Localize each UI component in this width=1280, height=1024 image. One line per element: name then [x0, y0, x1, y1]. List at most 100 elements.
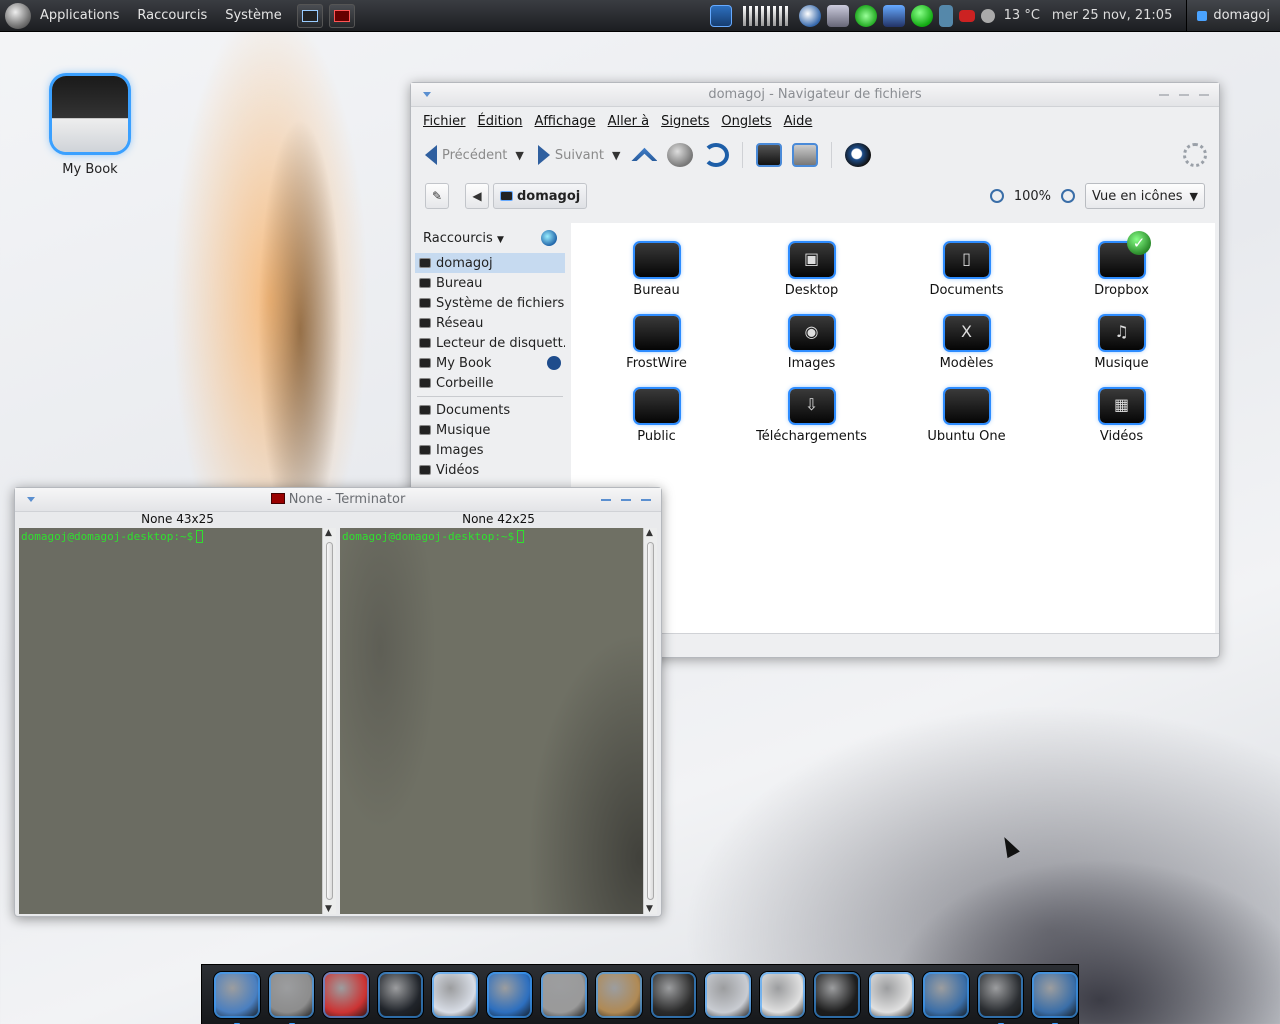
scroll-down-icon[interactable]: ▼	[325, 904, 332, 914]
chevron-down-icon[interactable]: ▼	[515, 149, 523, 162]
menu-affichage[interactable]: Affichage	[528, 114, 601, 129]
terminal-screen[interactable]: domagoj@domagoj-desktop:~$	[19, 528, 322, 914]
sidebar-item[interactable]: Système de fichiers	[415, 293, 565, 313]
weather-temperature[interactable]: 13 °C	[1004, 8, 1040, 23]
file-item[interactable]: ◉ Images	[734, 316, 889, 371]
zoom-level[interactable]: 100%	[1014, 189, 1051, 204]
scanner-icon[interactable]	[705, 971, 751, 1018]
clock[interactable]: mer 25 nov, 21:05	[1052, 8, 1172, 23]
system-monitor-icon[interactable]	[742, 5, 788, 26]
user-menu[interactable]: domagoj	[1186, 0, 1280, 31]
gimp-icon[interactable]	[595, 971, 642, 1018]
menu-signets[interactable]: Signets	[655, 114, 715, 129]
back-button[interactable]: Précédent ▼	[425, 145, 524, 165]
file-view[interactable]: Bureau ▣ Desktop ▯ Documents Dropbox FrostWire…	[571, 223, 1215, 633]
scroll-down-icon[interactable]: ▼	[646, 904, 653, 914]
desktop-icon-my-book[interactable]: My Book	[48, 76, 132, 177]
menu-edition[interactable]: Édition	[472, 114, 529, 129]
file-item[interactable]: ▯ Documents	[889, 243, 1044, 298]
globe-icon[interactable]	[268, 971, 315, 1024]
inkscape-icon[interactable]	[650, 971, 697, 1018]
menu-applications[interactable]: Applications	[31, 8, 128, 23]
up-arrow-button[interactable]	[631, 147, 658, 161]
terminal-pane-left[interactable]: None 43x25 domagoj@domagoj-desktop:~$ ▲ ▼	[19, 512, 336, 914]
path-button-domagoj[interactable]: domagoj	[493, 183, 588, 209]
scroll-up-icon[interactable]: ▲	[325, 528, 332, 538]
chevron-down-icon[interactable]: ▼	[612, 149, 620, 162]
sidebar-item[interactable]: Lecteur de disquett...	[415, 333, 565, 353]
zoom-in-icon[interactable]	[1061, 189, 1075, 203]
file-item[interactable]: Bureau	[579, 243, 734, 298]
orb-icon[interactable]	[377, 971, 424, 1018]
pokeball-icon[interactable]	[323, 971, 369, 1018]
disc-icon[interactable]	[814, 971, 860, 1018]
sidebar-item[interactable]: Corbeille	[415, 373, 565, 393]
wolf-icon[interactable]	[759, 971, 806, 1018]
distro-logo-icon[interactable]	[5, 2, 31, 29]
file-item[interactable]: Dropbox	[1044, 243, 1199, 298]
menu-aller-a[interactable]: Aller à	[602, 114, 656, 129]
file-item[interactable]: Ubuntu One	[889, 389, 1044, 444]
sidebar-item[interactable]: domagoj	[415, 253, 565, 273]
file-item[interactable]: ▣ Desktop	[734, 243, 889, 298]
globe-icon[interactable]	[541, 230, 557, 246]
file-item[interactable]: ♫ Musique	[1044, 316, 1199, 371]
sidebar-item[interactable]: My Book	[415, 353, 565, 373]
eject-icon[interactable]	[547, 356, 561, 370]
menu-aide[interactable]: Aide	[778, 114, 819, 129]
scroll-up-icon[interactable]: ▲	[646, 528, 653, 538]
sidebar-item[interactable]: Réseau	[415, 313, 565, 333]
vlc-cone-icon[interactable]	[868, 971, 915, 1018]
speaker-icon[interactable]	[541, 971, 587, 1018]
zoom-out-icon[interactable]	[989, 189, 1004, 203]
launcher-terminal-button[interactable]	[328, 3, 355, 28]
writer-icon[interactable]	[486, 971, 533, 1018]
menu-raccourcis[interactable]: Raccourcis	[128, 8, 216, 23]
file-item[interactable]: ⇩ Téléchargements	[734, 389, 889, 444]
calendar-icon[interactable]	[432, 971, 478, 1018]
scrollbar-thumb[interactable]	[647, 542, 654, 900]
menu-onglets[interactable]: Onglets	[715, 114, 777, 129]
terminal-icon[interactable]	[977, 971, 1024, 1024]
home-icon[interactable]	[1032, 971, 1078, 1024]
sidebar-header[interactable]: Raccourcis ▼	[415, 223, 565, 253]
toggle-location-button[interactable]: ✎	[425, 183, 449, 209]
update-check-icon[interactable]	[854, 4, 877, 27]
file-item[interactable]: FrostWire	[579, 316, 734, 371]
mail-icon[interactable]	[958, 9, 975, 22]
forward-button[interactable]: Suivant ▼	[537, 145, 620, 165]
reload-button[interactable]	[703, 143, 730, 167]
network-icon[interactable]	[826, 4, 849, 27]
file-manager-titlebar[interactable]: domagoj - Navigateur de fichiers	[411, 83, 1219, 107]
terminator-titlebar[interactable]: None - Terminator	[15, 488, 661, 512]
sidebar-item[interactable]: Musique	[415, 420, 565, 440]
search-button[interactable]	[845, 143, 872, 167]
home-button[interactable]	[756, 143, 783, 167]
launcher-screenshot-button[interactable]	[296, 3, 323, 28]
terminal-screen[interactable]: domagoj@domagoj-desktop:~$	[340, 528, 643, 914]
file-item[interactable]: ▦ Vidéos	[1044, 389, 1199, 444]
path-left-button[interactable]: ◀	[465, 183, 489, 209]
stop-button[interactable]	[667, 143, 694, 167]
dropbox-icon[interactable]	[938, 4, 953, 27]
sidebar-item[interactable]: Vidéos	[415, 460, 565, 480]
menu-fichier[interactable]: Fichier	[417, 114, 472, 129]
download-icon[interactable]	[882, 4, 905, 27]
file-item[interactable]: X Modèles	[889, 316, 1044, 371]
terminal-pane-right[interactable]: None 42x25 domagoj@domagoj-desktop:~$ ▲ ▼	[340, 512, 657, 914]
sidebar-item[interactable]: Images	[415, 440, 565, 460]
browser-icon[interactable]	[798, 4, 821, 27]
file-item[interactable]: Public	[579, 389, 734, 444]
scrollbar-thumb[interactable]	[326, 542, 333, 900]
workspace-switcher-icon[interactable]	[709, 4, 732, 27]
scrollbar[interactable]: ▲ ▼	[322, 528, 336, 914]
computer-button[interactable]	[792, 143, 819, 167]
sidebar-item[interactable]: Bureau	[415, 273, 565, 293]
view-mode-select[interactable]: Vue en icônes ▼	[1085, 183, 1205, 209]
refresh-icon[interactable]	[923, 971, 969, 1018]
menu-systeme[interactable]: Système	[216, 8, 290, 23]
scrollbar[interactable]: ▲ ▼	[643, 528, 657, 914]
settings-icon[interactable]	[214, 971, 260, 1024]
status-online-icon[interactable]	[910, 4, 933, 27]
sidebar-item[interactable]: Documents	[415, 400, 565, 420]
